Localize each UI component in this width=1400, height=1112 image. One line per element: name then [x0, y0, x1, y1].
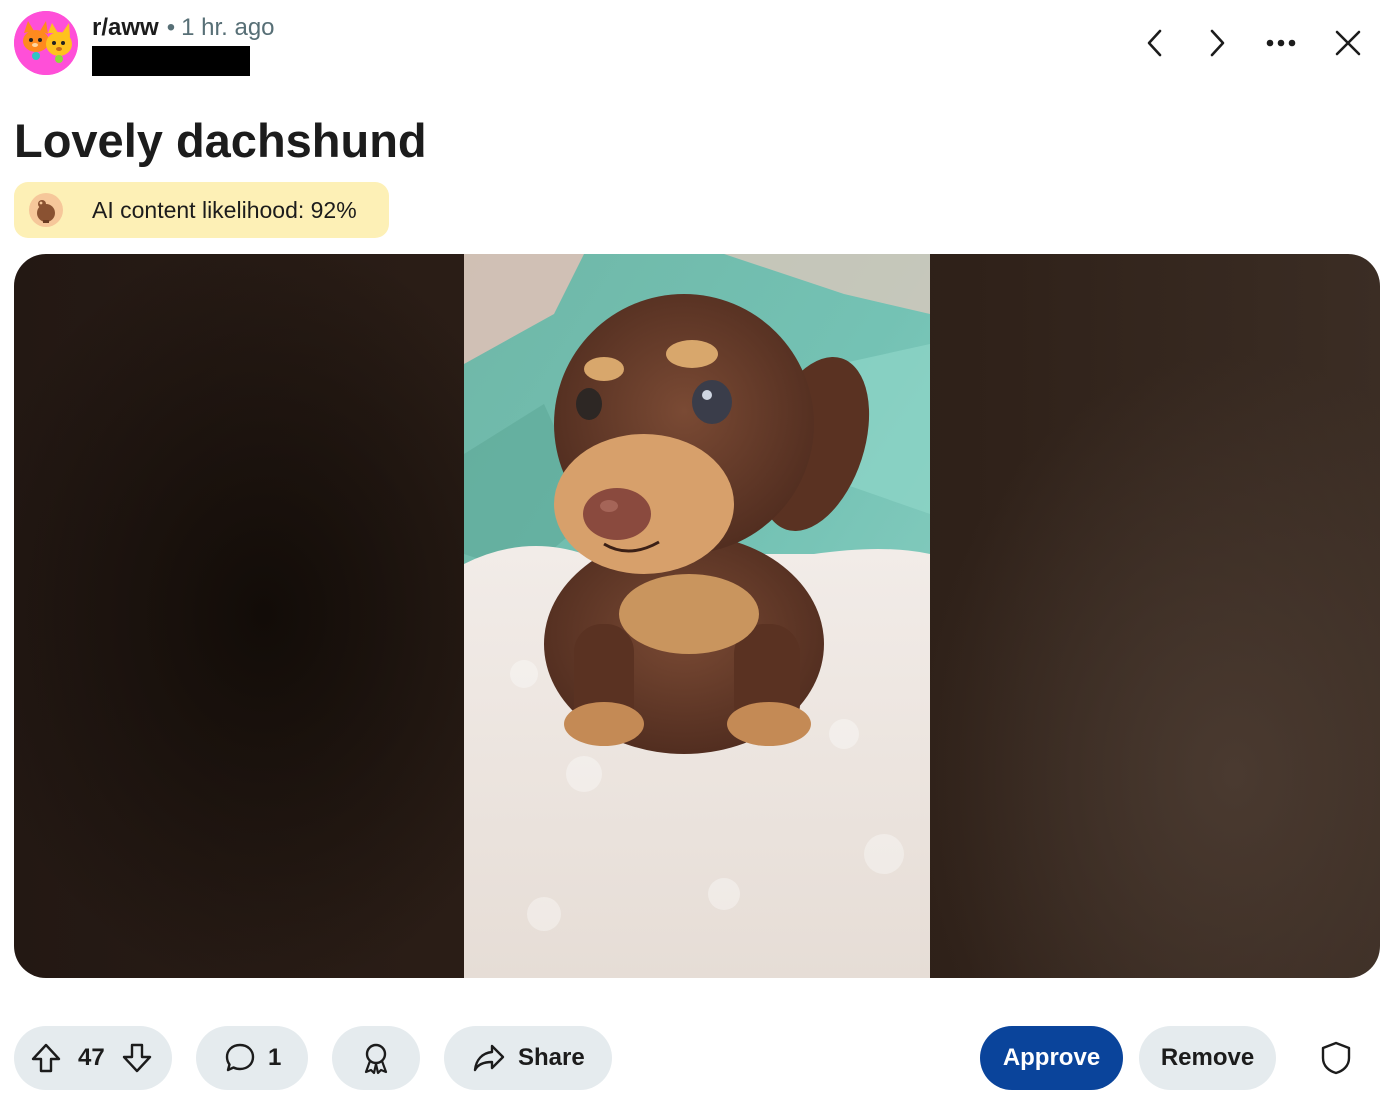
more-options-button[interactable]	[1258, 20, 1304, 66]
previous-post-button[interactable]	[1132, 20, 1178, 66]
post-meta: r/aww • 1 hr. ago	[92, 13, 275, 43]
share-label: Share	[518, 1044, 585, 1071]
comments-button[interactable]: 1	[196, 1026, 308, 1090]
share-button[interactable]: Share	[444, 1026, 612, 1090]
ai-likelihood-text: AI content likelihood: 92%	[92, 196, 357, 223]
vote-count: 47	[78, 1044, 105, 1071]
chevron-right-icon	[1210, 29, 1225, 57]
arrow-up-icon	[31, 1043, 61, 1073]
vote-control: 47	[14, 1026, 172, 1090]
post-title: Lovely dachshund	[14, 114, 427, 167]
subreddit-name[interactable]: r/aww	[92, 14, 159, 41]
award-button[interactable]	[332, 1026, 420, 1090]
comment-icon	[224, 1042, 256, 1074]
award-icon	[364, 1043, 388, 1075]
more-horizontal-icon	[1266, 39, 1296, 47]
redacted-username	[92, 46, 250, 76]
close-button[interactable]	[1325, 20, 1371, 66]
arrow-down-icon	[122, 1043, 151, 1073]
meta-separator: •	[166, 14, 176, 41]
shield-icon	[1321, 1041, 1351, 1075]
close-icon	[1335, 30, 1361, 56]
share-arrow-icon	[472, 1043, 506, 1073]
next-post-button[interactable]	[1194, 20, 1240, 66]
remove-button[interactable]: Remove	[1139, 1026, 1276, 1090]
comment-count: 1	[268, 1044, 282, 1071]
chevron-left-icon	[1147, 29, 1162, 57]
post-media[interactable]	[14, 254, 1380, 978]
approve-button[interactable]: Approve	[980, 1026, 1123, 1090]
upvote-button[interactable]	[30, 1042, 62, 1074]
puppy-video-frame	[464, 254, 930, 978]
mod-actions-button[interactable]	[1312, 1034, 1360, 1082]
ai-robot-icon	[28, 192, 64, 228]
ai-content-badge: AI content likelihood: 92%	[14, 182, 389, 238]
subreddit-avatar[interactable]	[14, 11, 78, 75]
downvote-button[interactable]	[121, 1042, 153, 1074]
post-time: 1 hr. ago	[181, 14, 275, 41]
